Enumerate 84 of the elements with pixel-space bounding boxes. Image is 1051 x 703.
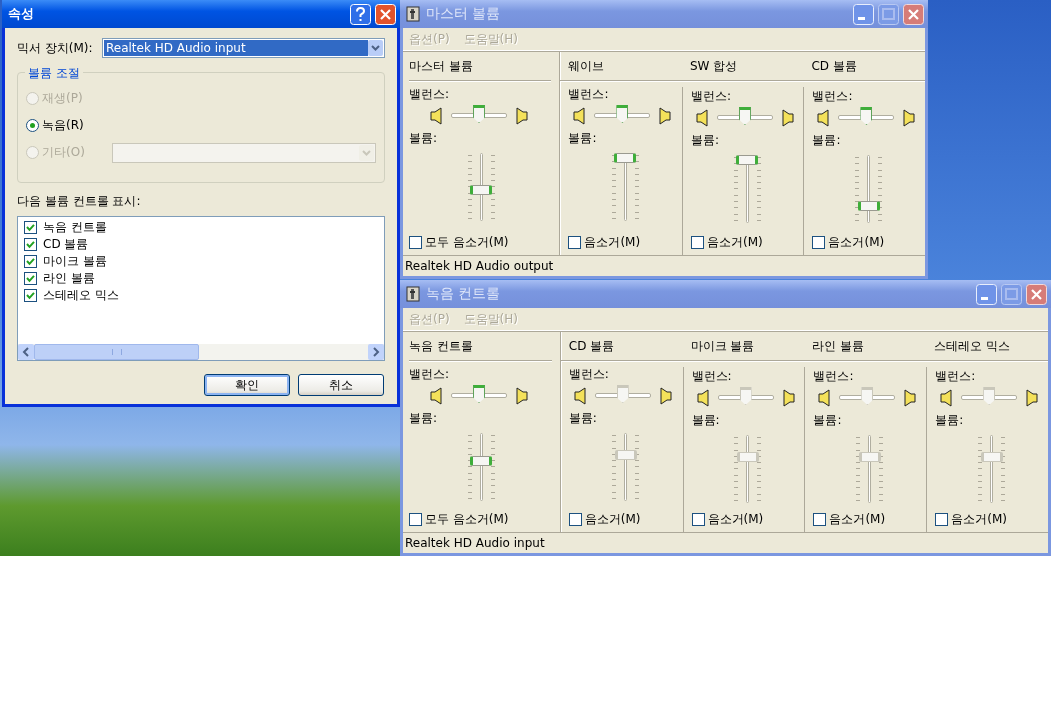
status-text: Realtek HD Audio output [405,259,554,273]
checkbox[interactable] [409,513,422,526]
speaker-icon [939,389,954,407]
mixer-device-dropdown[interactable]: Realtek HD Audio input [102,38,385,58]
list-item[interactable]: CD 볼륨 [24,236,378,253]
checkbox[interactable] [568,236,582,249]
channel-title: 마이크 볼륨 [690,337,755,355]
status-text: Realtek HD Audio input [405,536,545,550]
speaker-icon [572,107,587,125]
window-title: 마스터 볼륨 [426,5,501,23]
volume-label: 볼륨: [568,130,598,147]
volume-label: 볼륨: [813,412,843,429]
checkbox[interactable] [24,221,37,234]
balance-label: 밸런스: [813,368,855,385]
balance-label: 밸런스: [568,366,610,383]
checkbox[interactable] [24,289,37,302]
checkbox[interactable] [24,238,37,251]
app-icon [406,286,422,302]
checkbox[interactable] [409,236,422,249]
radio-button[interactable]: 녹음(R) [26,117,98,134]
balance-label: 밸런스: [690,88,732,105]
other-device-dropdown[interactable] [112,142,376,163]
speaker-icon [816,109,831,127]
group-title: 볼륨 조절 [25,65,83,82]
speaker-icon [515,107,529,125]
balance-label: 밸런스: [568,86,610,103]
mute-checkbox[interactable]: 모두 음소거(M) [409,234,552,251]
scroll-left-icon[interactable] [18,344,34,360]
speaker-icon [903,389,918,407]
mute-checkbox[interactable]: 모두 음소거(M) [409,511,552,528]
checkbox[interactable] [812,236,826,249]
speaker-icon [658,107,673,125]
speaker-icon [902,109,917,127]
horizontal-scrollbar[interactable] [18,344,384,360]
balance-label: 밸런스: [409,86,451,103]
volume-label: 볼륨: [568,410,598,427]
list-item[interactable]: 라인 볼륨 [24,270,378,287]
dialog-button[interactable]: 취소 [298,374,384,396]
channel-title: 라인 볼륨 [812,337,865,355]
app-icon [406,6,422,22]
list-item[interactable]: 스테레오 믹스 [24,287,378,304]
checkbox[interactable] [24,272,37,285]
channel-title: 마스터 볼륨 [409,57,473,75]
speaker-icon [572,387,587,405]
channel-title: SW 합성 [689,57,738,75]
channel-title: CD 볼륨 [811,57,857,75]
window-title: 속성 [8,5,34,23]
speaker-icon [694,109,709,127]
speaker-icon [515,387,529,405]
speaker-icon [1025,389,1040,407]
mute-checkbox[interactable]: 음소거(M) [690,234,804,251]
dialog-button[interactable]: 확인 [204,374,290,396]
help-icon[interactable] [350,3,371,25]
list-item[interactable]: 녹음 컨트롤 [24,219,378,236]
balance-label: 밸런스: [409,366,451,383]
volume-label: 볼륨: [812,132,842,149]
speaker-icon [780,109,795,127]
mixer-device-label: 믹서 장치(M): [17,39,93,57]
checkbox[interactable] [24,255,37,268]
speaker-icon [429,107,443,125]
channel-title: 녹음 컨트롤 [409,337,473,355]
list-label: 다음 볼륨 컨트롤 표시: [17,193,142,210]
volume-label: 볼륨: [935,412,965,429]
checkbox[interactable] [690,236,704,249]
channel-title: 웨이브 [568,57,605,75]
mute-checkbox[interactable]: 음소거(M) [568,234,682,251]
channel-title: CD 볼륨 [568,337,615,355]
scroll-right-icon[interactable] [368,344,384,360]
balance-label: 밸런스: [691,368,733,385]
speaker-icon [658,387,673,405]
speaker-icon [695,389,710,407]
volume-label: 볼륨: [691,412,721,429]
volume-label: 볼륨: [409,410,439,427]
speaker-icon [817,389,832,407]
mute-checkbox[interactable]: 음소거(M) [812,234,925,251]
volume-label: 볼륨: [690,132,720,149]
balance-label: 밸런스: [935,368,977,385]
balance-label: 밸런스: [812,88,854,105]
list-item[interactable]: 마이크 볼륨 [24,253,378,270]
channel-title: 스테레오 믹스 [934,337,1011,355]
speaker-icon [429,387,443,405]
window-title: 녹음 컨트롤 [426,285,501,303]
speaker-icon [781,389,796,407]
volume-label: 볼륨: [409,130,439,147]
